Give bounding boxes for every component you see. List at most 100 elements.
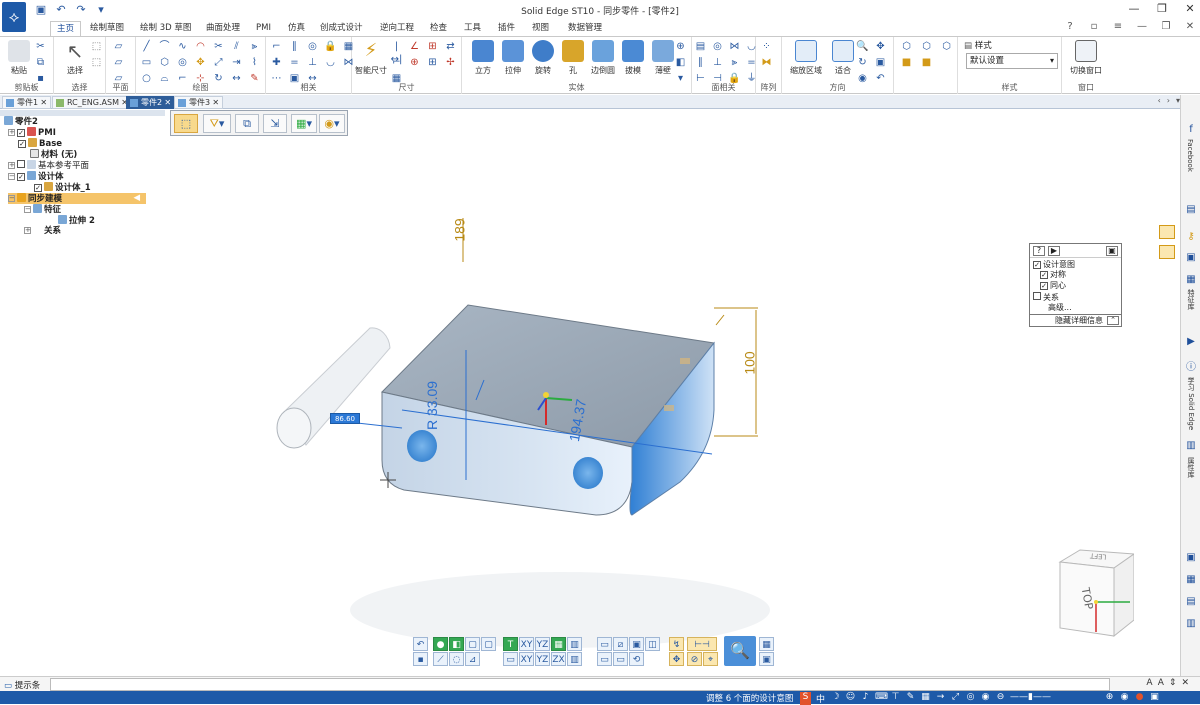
collapse-icon[interactable]: − <box>8 173 15 180</box>
layers-icon[interactable]: ▤ <box>1184 203 1198 217</box>
camera-icon[interactable]: ◫ <box>645 637 660 651</box>
angular-coordinate-icon[interactable]: ⊕ <box>408 56 421 69</box>
reference-icon[interactable]: ⌖ <box>703 652 718 666</box>
concentric-icon[interactable]: ◎ <box>306 40 319 53</box>
tab-view[interactable]: 视图 <box>526 21 555 36</box>
arrow-icon[interactable]: → <box>935 692 946 705</box>
pan-icon[interactable]: ✥ <box>874 40 887 53</box>
concentric-checkbox[interactable]: ✓ 同心 <box>1040 281 1066 291</box>
help-icon[interactable]: ? <box>1033 246 1045 256</box>
record-icon[interactable]: ● <box>1134 692 1145 705</box>
connect-icon[interactable]: ⌐ <box>270 40 283 53</box>
dim-height[interactable]: 100 <box>742 351 758 374</box>
copy-mode-button[interactable]: ⧉ <box>235 114 259 133</box>
mirror-feature-icon[interactable]: ⧓ <box>760 56 773 69</box>
scale-icon[interactable]: ⤢ <box>212 56 225 69</box>
block-button[interactable]: 立方 <box>466 40 500 76</box>
close-button[interactable]: ✕ <box>1184 2 1196 16</box>
tools-icon[interactable]: ✎ <box>905 692 916 705</box>
tab-reverse-engineering[interactable]: 逆向工程 <box>374 21 420 36</box>
visibility-checkbox[interactable]: ✓ <box>34 184 42 192</box>
library-icon[interactable]: ▣ <box>1184 251 1198 265</box>
properties-icon[interactable]: ▥ <box>1184 439 1198 453</box>
zoom-in-icon[interactable]: ⊕ <box>1104 692 1115 705</box>
extrude-button[interactable]: 拉伸 <box>496 40 530 76</box>
shaded-edges-view-icon[interactable]: ◧ <box>449 637 464 651</box>
round-button[interactable]: 边倒圆 <box>586 40 620 76</box>
paste-button[interactable]: 粘贴 <box>2 40 36 76</box>
dim-top-height[interactable]: 189 <box>452 218 468 241</box>
dock-tool-4-icon[interactable]: ▥ <box>1184 617 1198 631</box>
close-tab-icon[interactable]: ✕ <box>40 97 47 109</box>
tab-tools[interactable]: 工具 <box>458 21 487 36</box>
rotate-free-icon[interactable]: ⟲ <box>629 652 644 666</box>
thicken-icon[interactable]: ◧ <box>674 56 687 69</box>
shaded-view-icon[interactable]: ● <box>433 637 448 651</box>
save-view-icon[interactable]: ▪ <box>413 652 428 666</box>
visible-edges-icon[interactable]: ▢ <box>465 637 480 651</box>
feature-library-icon[interactable]: ▦ <box>1184 273 1198 287</box>
dimension-input-box[interactable]: 86.60 <box>330 413 360 424</box>
advanced-link[interactable]: 高级... <box>1048 303 1072 313</box>
orthographic-icon[interactable]: ▭ <box>613 652 628 666</box>
tab-home[interactable]: 主页 <box>50 21 82 36</box>
select-tools-icon[interactable]: ⬚ <box>90 56 103 69</box>
collapse-icon[interactable]: − <box>8 195 15 202</box>
line-icon[interactable]: ╱ <box>140 40 153 53</box>
symmetric-face-icon[interactable]: ⋈ <box>728 40 741 53</box>
arc-icon[interactable]: ⌒ <box>158 40 171 53</box>
cut-icon[interactable]: ✂ <box>34 40 47 53</box>
tab-pmi[interactable]: PMI <box>250 21 277 36</box>
dock-tool-1-icon[interactable]: ▣ <box>1184 551 1198 565</box>
lock-icon[interactable]: 🔒 <box>324 40 337 53</box>
keyboard-icon[interactable]: ⌨ <box>875 692 888 705</box>
view-style-icon[interactable]: ■ <box>900 56 913 69</box>
play-tutorial-icon[interactable]: ▶ <box>1184 335 1198 349</box>
mirror-icon[interactable]: ⫽ <box>230 40 243 53</box>
zoom-slider[interactable]: ——▮—— <box>1010 692 1100 705</box>
doc-tab-asm[interactable]: RC_ENG.ASM ✕ <box>52 96 132 109</box>
tree-item-synchronous[interactable]: − 同步建模 ◀ <box>8 193 146 204</box>
settings-icon[interactable]: ▣ <box>1106 246 1118 256</box>
extend-icon[interactable]: ⇥ <box>230 56 243 69</box>
moon-icon[interactable]: ☽ <box>830 692 841 705</box>
grid-status-icon[interactable]: ▦ <box>920 692 931 705</box>
view-front-icon[interactable]: ▭ <box>503 652 518 666</box>
floating-tool-2[interactable] <box>1159 245 1175 259</box>
section-icon[interactable]: ⧄ <box>613 637 628 651</box>
tangent-icon[interactable]: ◡ <box>324 56 337 69</box>
hole-left[interactable] <box>407 430 437 462</box>
collapse-up-icon[interactable]: ⌃ <box>1107 316 1119 325</box>
view-left-icon[interactable]: ▥ <box>567 652 582 666</box>
draft-quality-icon[interactable]: ⟋ <box>433 652 448 666</box>
close-tab-icon[interactable]: ✕ <box>212 97 219 109</box>
plane-offset-icon[interactable]: ▱ <box>112 56 125 69</box>
perpendicular-face-icon[interactable]: ⊥ <box>711 56 724 69</box>
solid-edge-logo-icon[interactable]: ⟡ <box>2 2 26 32</box>
tab-surfacing[interactable]: 曲面处理 <box>200 21 246 36</box>
view-cube[interactable]: TOP LEFT <box>1054 548 1136 638</box>
undo-view-icon[interactable]: ↶ <box>413 637 428 651</box>
draft-button[interactable]: 拔模 <box>616 40 650 76</box>
tab-inspect[interactable]: 检查 <box>424 21 453 36</box>
expand-icon[interactable]: + <box>24 227 31 234</box>
design-intent-checkbox[interactable]: ✓ 设计意图 <box>1033 260 1075 270</box>
wireframe-icon[interactable]: ⬡ <box>940 40 953 53</box>
restore-button[interactable]: ❐ <box>1156 2 1168 16</box>
shaded-edges-icon[interactable]: ⬡ <box>920 40 933 53</box>
view-option-icon[interactable]: ◉ <box>1119 692 1130 705</box>
polygon-icon[interactable]: ⬡ <box>158 56 171 69</box>
help-icon[interactable]: ? <box>1064 21 1076 33</box>
view-bottom-icon[interactable]: YZ <box>535 652 550 666</box>
switch-window-button[interactable]: 切换窗口 <box>1066 40 1106 76</box>
tab-sketch[interactable]: 绘制草图 <box>84 21 130 36</box>
copy-icon[interactable]: ⧉ <box>34 56 47 69</box>
relations-checkbox[interactable]: 关系 <box>1033 292 1059 303</box>
prompt-input[interactable] <box>50 678 1110 691</box>
dim-radius[interactable]: R 33.09 <box>424 381 440 430</box>
expand-icon[interactable]: + <box>8 162 15 169</box>
tree-item-ref-planes[interactable]: + 基本参考平面 <box>8 160 89 171</box>
key-icon[interactable]: ⚷ <box>1184 230 1198 244</box>
floating-tool-1[interactable] <box>1159 225 1175 239</box>
distance-dim-icon[interactable]: |↔| <box>390 40 403 65</box>
